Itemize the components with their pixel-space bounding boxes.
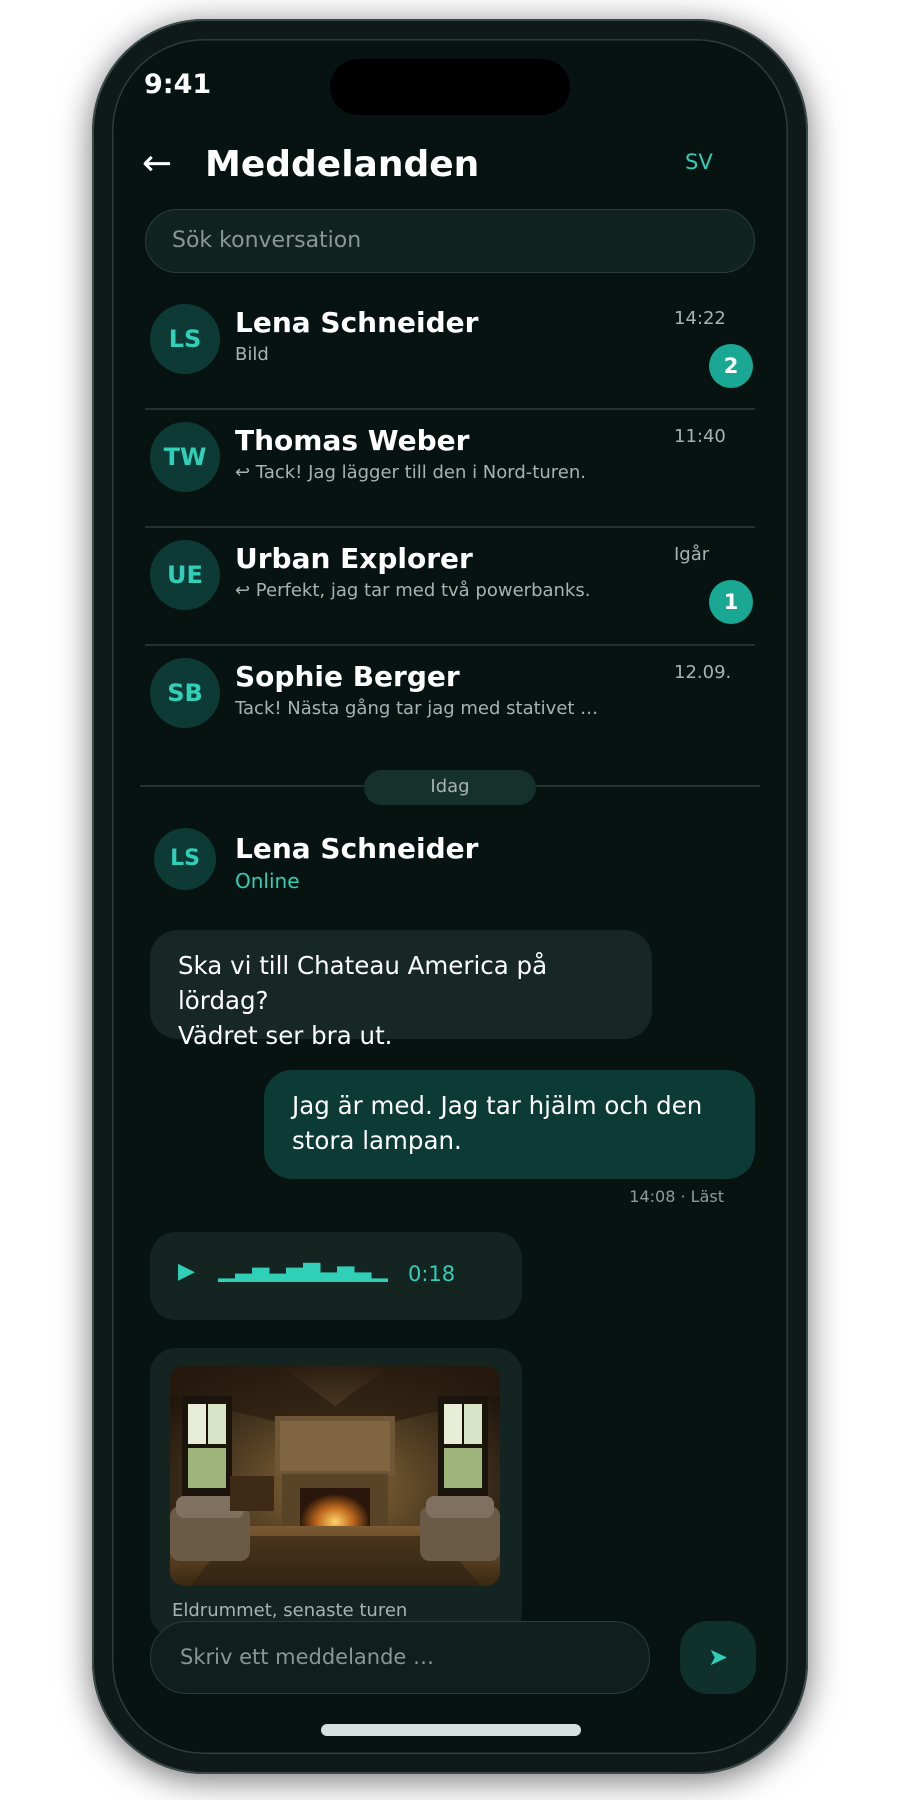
chateau-room-photo[interactable]: [170, 1366, 500, 1586]
chateau-room-image: [170, 1366, 500, 1586]
send-icon: ➤: [707, 1643, 729, 1671]
image-message[interactable]: Eldrummet, senaste turen: [150, 1348, 522, 1638]
message-text-line: Ska vi till Chateau America på lördag?: [178, 951, 548, 1015]
send-button[interactable]: ➤: [680, 1621, 756, 1694]
incoming-message[interactable]: Ska vi till Chateau America på lördag? V…: [150, 930, 652, 1050]
unread-badge: 1: [709, 580, 753, 624]
phone-screen: 9:41 ← Meddelanden SV Sök konversation L…: [112, 39, 788, 1754]
conversation-item-sophie-berger[interactable]: SB Sophie Berger Tack! Nästa gång tar ja…: [145, 646, 755, 764]
message-text-line: Jag är med. Jag tar hjälm och den: [292, 1091, 703, 1120]
outgoing-message[interactable]: Jag är med. Jag tar hjälm och den stora …: [264, 1070, 755, 1179]
conversation-name: Lena Schneider: [235, 306, 479, 339]
waveform-bar: [337, 1266, 355, 1282]
voice-duration: 0:18: [408, 1262, 456, 1286]
chat-contact-name: Lena Schneider: [235, 832, 479, 865]
waveform-bar: [320, 1272, 338, 1282]
waveform-bar: [354, 1272, 372, 1282]
search-input[interactable]: Sök konversation: [145, 209, 755, 273]
avatar: SB: [150, 658, 220, 728]
chat-contact-status: Online: [235, 869, 300, 893]
conversation-preview: Tack! Nästa gång tar jag med stativet …: [235, 698, 599, 719]
language-switch[interactable]: SV: [685, 150, 713, 174]
conversation-time: 12.09.: [674, 662, 732, 683]
conversation-preview: ↩ Perfekt, jag tar med två powerbanks.: [235, 580, 591, 601]
conversation-time: 11:40: [674, 426, 726, 447]
avatar: UE: [150, 540, 220, 610]
conversation-item-urban-explorer[interactable]: UE Urban Explorer ↩ Perfekt, jag tar med…: [145, 528, 755, 646]
conversation-name: Thomas Weber: [235, 424, 470, 457]
waveform-bar: [235, 1273, 253, 1282]
waveform-bar: [303, 1262, 321, 1282]
image-caption: Eldrummet, senaste turen: [172, 1600, 408, 1621]
avatar: LS: [150, 304, 220, 374]
page-title: Meddelanden: [205, 144, 480, 185]
conversation-item-thomas-weber[interactable]: TW Thomas Weber ↩ Tack! Jag lägger till …: [145, 410, 755, 528]
home-indicator[interactable]: [321, 1724, 581, 1736]
waveform-bar: [269, 1273, 287, 1282]
play-icon[interactable]: ▶: [178, 1259, 195, 1284]
avatar: TW: [150, 422, 220, 492]
waveform-bar: [286, 1267, 304, 1282]
conversation-time: 14:22: [674, 308, 726, 329]
back-arrow-icon[interactable]: ←: [142, 146, 172, 182]
conversation-name: Sophie Berger: [235, 660, 460, 693]
waveform: [218, 1262, 388, 1282]
day-separator: Idag: [364, 770, 536, 805]
waveform-bar: [252, 1267, 270, 1282]
conversation-preview: Bild: [235, 344, 269, 365]
unread-badge: 2: [709, 344, 753, 388]
conversation-preview: ↩ Tack! Jag lägger till den i Nord-turen…: [235, 462, 586, 483]
conversation-item-lena-schneider[interactable]: LS Lena Schneider Bild 14:22 2: [145, 292, 755, 410]
conversation-name: Urban Explorer: [235, 542, 473, 575]
dynamic-island: [330, 59, 570, 115]
message-text-line: Vädret ser bra ut.: [178, 1021, 393, 1050]
waveform-bar: [218, 1278, 236, 1282]
status-time: 9:41: [144, 69, 212, 100]
conversation-time: Igår: [674, 544, 710, 565]
message-text-line: stora lampan.: [292, 1126, 462, 1155]
message-input[interactable]: Skriv ett meddelande …: [150, 1621, 650, 1694]
message-meta: 14:08 · Läst: [629, 1187, 724, 1206]
waveform-bar: [371, 1278, 388, 1282]
chat-avatar: LS: [154, 828, 216, 890]
voice-message[interactable]: ▶ 0:18: [150, 1232, 522, 1320]
